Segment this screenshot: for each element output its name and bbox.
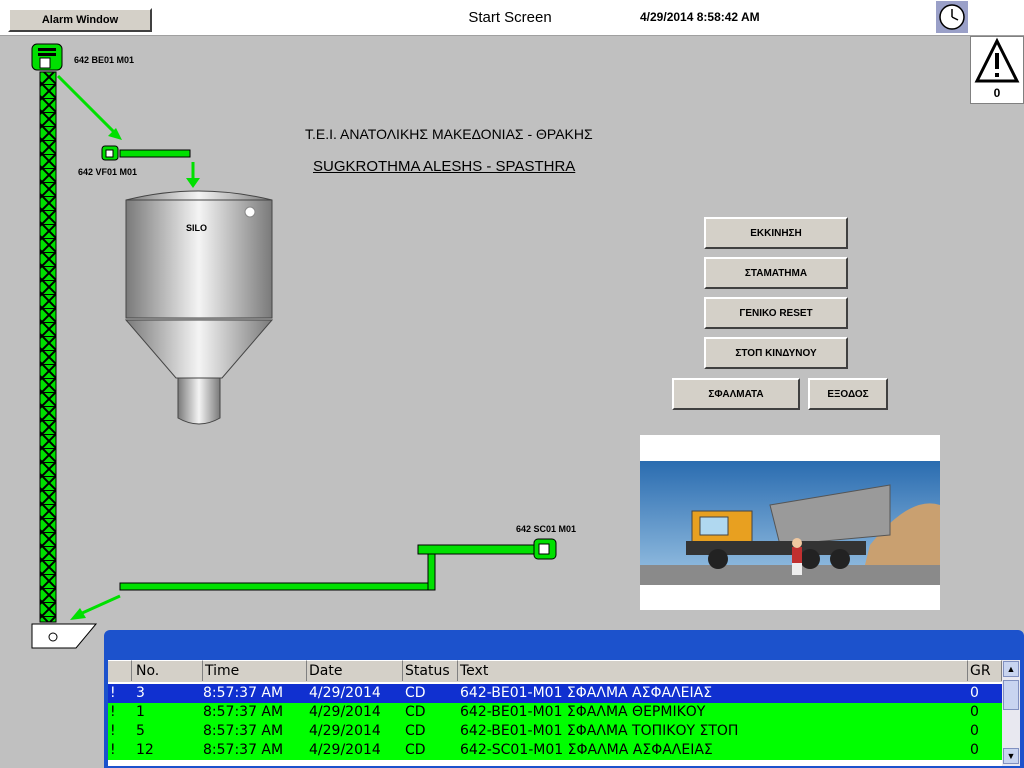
alarm-row[interactable]: ! 3 8:57:37 AM 4/29/2014 CD 642-BE01-M01 ΣΦΑΛ… (108, 683, 1003, 704)
col-no[interactable]: No. (136, 663, 159, 679)
alarm-cell-time: 8:57:37 AM (203, 685, 284, 701)
alarm-window-button[interactable]: Alarm Window (8, 8, 152, 32)
alarm-row[interactable]: ! 5 8:57:37 AM 4/29/2014 CD 642-BE01-M01 ΣΦΑΛ… (108, 722, 1002, 741)
screw-motor-label: 642 SC01 M01 (516, 524, 577, 534)
screw-motor-icon (533, 538, 557, 560)
alarm-cell-date: 4/29/2014 (309, 723, 381, 739)
screw-conveyor (119, 544, 535, 591)
errors-button[interactable]: ΣΦΑΛΜΑΤΑ (672, 378, 800, 410)
alarm-scrollbar[interactable]: ▲ ▼ (1002, 660, 1020, 766)
alarm-cell-no: 1 (136, 704, 145, 720)
alarm-cell-gr: 0 (970, 685, 979, 701)
warning-icon (974, 37, 1020, 83)
alarm-cell-gr: 0 (970, 742, 979, 758)
alarm-row[interactable]: ! 12 8:57:37 AM 4/29/2014 CD 642-SC01-M01 ΣΦΑ… (108, 741, 1002, 760)
col-gr[interactable]: GR (970, 663, 991, 679)
alarm-cell-date: 4/29/2014 (309, 704, 381, 720)
alarm-cell-text: 642-BE01-M01 ΣΦΑΛΜΑ ΑΣΦΑΛΕΙΑΣ (460, 685, 713, 701)
col-date[interactable]: Date (309, 663, 342, 679)
alarm-cell-text: 642-SC01-M01 ΣΦΑΛΜΑ ΑΣΦΑΛΕΙΑΣ (460, 742, 713, 758)
hopper-icon (31, 623, 98, 649)
silo-label: SILO (186, 223, 208, 233)
exit-button[interactable]: ΕΞΟΔΟΣ (808, 378, 888, 410)
organization-title: Τ.Ε.Ι. ΑΝΑΤΟΛΙΚΗΣ ΜΑΚΕΔΟΝΙΑΣ - ΘΡΑΚΗΣ (305, 126, 593, 142)
screen-title: Start Screen (468, 9, 552, 26)
alarm-table[interactable]: No. Time Date Status Text GR ! 3 8:57:37 A… (108, 660, 1020, 766)
alarm-cell-flag: ! (110, 704, 116, 720)
col-text[interactable]: Text (460, 663, 488, 679)
scroll-thumb[interactable] (1003, 680, 1019, 710)
emergency-stop-button[interactable]: ΣΤΟΠ ΚΙΝΔΥΝΟΥ (704, 337, 848, 369)
alarm-cell-status: CD (405, 742, 426, 758)
alarm-cell-time: 8:57:37 AM (203, 704, 284, 720)
start-button[interactable]: ΕΚΚΙΝΗΣΗ (704, 217, 848, 249)
alarm-cell-gr: 0 (970, 723, 979, 739)
feeder-motor-icon (101, 145, 119, 161)
truck-image (640, 435, 940, 610)
alarm-cell-no: 3 (136, 685, 145, 701)
alarm-cell-gr: 0 (970, 704, 979, 720)
alarm-cell-flag: ! (110, 723, 116, 739)
clock-icon[interactable] (936, 1, 968, 33)
alarm-cell-flag: ! (110, 685, 116, 701)
alarm-count: 0 (993, 86, 1001, 100)
alarm-cell-status: CD (405, 685, 426, 701)
scroll-down-icon[interactable]: ▼ (1003, 748, 1019, 764)
alarm-cell-text: 642-BE01-M01 ΣΦΑΛΜΑ ΘΕΡΜΙΚΟΥ (460, 704, 706, 720)
col-time[interactable]: Time (205, 663, 239, 679)
datetime-display: 4/29/2014 8:58:42 AM (640, 10, 760, 24)
alarm-cell-no: 5 (136, 723, 145, 739)
alarm-cell-time: 8:57:37 AM (203, 742, 284, 758)
bucket-elevator (39, 71, 57, 623)
feeder-conveyor (119, 149, 191, 158)
elevator-motor-label: 642 BE01 M01 (74, 55, 135, 65)
alarm-row[interactable]: ! 1 8:57:37 AM 4/29/2014 CD 642-BE01-M01 ΣΦΑΛ… (108, 703, 1002, 722)
alarm-cell-no: 12 (136, 742, 154, 758)
alarm-cell-time: 8:57:37 AM (203, 723, 284, 739)
scroll-up-icon[interactable]: ▲ (1003, 661, 1019, 677)
alarm-cell-status: CD (405, 723, 426, 739)
alarm-cell-status: CD (405, 704, 426, 720)
stop-button[interactable]: ΣΤΑΜΑΤΗΜΑ (704, 257, 848, 289)
alarm-table-header: No. Time Date Status Text GR (108, 660, 1020, 682)
feeder-motor-label: 642 VF01 M01 (78, 167, 138, 177)
col-status[interactable]: Status (405, 663, 450, 679)
alarm-cell-date: 4/29/2014 (309, 742, 381, 758)
page-subtitle: SUGKROTHMA ALESHS - SPASTHRA (313, 158, 576, 175)
alarm-cell-flag: ! (110, 742, 116, 758)
alarm-cell-text: 642-BE01-M01 ΣΦΑΛΜΑ ΤΟΠΙΚΟΥ ΣΤΟΠ (460, 723, 739, 739)
elevator-motor-icon (31, 43, 63, 71)
alarm-cell-date: 4/29/2014 (309, 685, 381, 701)
reset-button[interactable]: ΓΕΝΙΚΟ RESET (704, 297, 848, 329)
